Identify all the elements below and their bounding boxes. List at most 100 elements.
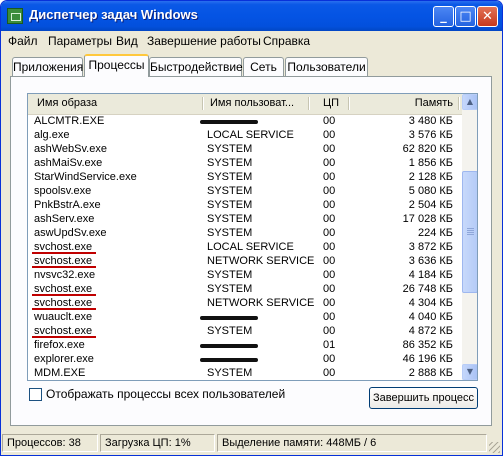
column-cpu[interactable]: ЦП <box>323 94 339 113</box>
process-cpu: 00 <box>323 325 336 337</box>
process-memory: 1 856 КБ <box>408 157 453 169</box>
menu-file[interactable]: Файл <box>8 34 38 48</box>
process-cpu: 00 <box>323 269 336 281</box>
process-name: ashWebSv.exe <box>34 143 107 155</box>
process-memory: 4 872 КБ <box>408 325 453 337</box>
column-divider[interactable] <box>308 97 309 110</box>
column-divider[interactable] <box>202 97 203 110</box>
process-cpu: 00 <box>323 283 336 295</box>
column-divider[interactable] <box>348 97 349 110</box>
table-row[interactable]: firefox.exe 01 86 352 КБ <box>28 338 462 352</box>
column-memory[interactable]: Память <box>370 94 453 113</box>
process-name: ashMaiSv.exe <box>34 157 103 169</box>
menu-help[interactable]: Справка <box>263 34 310 48</box>
table-row[interactable]: ALCMTR.EXE 00 3 480 КБ <box>28 114 462 128</box>
tab-performance[interactable]: Быстродействие <box>149 57 243 76</box>
menu-options[interactable]: Параметры <box>48 34 112 48</box>
table-row[interactable]: svchost.exe NETWORK SERVICE 00 4 304 КБ <box>28 296 462 310</box>
table-row[interactable]: PnkBstrA.exe SYSTEM 00 2 504 КБ <box>28 198 462 212</box>
process-memory: 46 196 КБ <box>402 353 453 365</box>
process-cpu: 00 <box>323 143 336 155</box>
process-list[interactable]: Имя образа Имя пользоват... ЦП Память AL… <box>27 93 478 381</box>
table-row[interactable]: svchost.exe SYSTEM 00 4 872 КБ <box>28 324 462 338</box>
vertical-scrollbar[interactable]: ▲ ▼ <box>462 94 477 380</box>
table-row[interactable]: svchost.exe SYSTEM 00 26 748 КБ <box>28 282 462 296</box>
process-cpu: 01 <box>323 339 336 351</box>
table-row[interactable]: aswUpdSv.exe SYSTEM 00 224 КБ <box>28 226 462 240</box>
scroll-thumb[interactable] <box>462 171 477 293</box>
process-name: alg.exe <box>34 129 70 141</box>
table-row[interactable]: explorer.exe 00 46 196 КБ <box>28 352 462 366</box>
process-cpu: 00 <box>323 227 336 239</box>
process-user: SYSTEM <box>207 367 253 379</box>
process-memory: 224 КБ <box>417 227 453 239</box>
close-button[interactable]: ✕ <box>477 6 498 27</box>
redacted-user-name <box>200 358 258 362</box>
process-user: SYSTEM <box>207 171 253 183</box>
title-bar[interactable]: Диспетчер задач Windows _ □ ✕ <box>1 1 502 31</box>
redacted-user-name <box>200 120 258 124</box>
table-row[interactable]: svchost.exe NETWORK SERVICE 00 3 636 КБ <box>28 254 462 268</box>
table-row[interactable]: nvsvc32.exe SYSTEM 00 4 184 КБ <box>28 268 462 282</box>
resize-grip[interactable] <box>489 442 500 453</box>
process-memory: 62 820 КБ <box>402 143 453 155</box>
process-cpu: 00 <box>323 241 336 253</box>
table-row[interactable]: spoolsv.exe SYSTEM 00 5 080 КБ <box>28 184 462 198</box>
process-cpu: 00 <box>323 367 336 379</box>
table-row[interactable]: ashWebSv.exe SYSTEM 00 62 820 КБ <box>28 142 462 156</box>
column-user-name[interactable]: Имя пользоват... <box>210 94 294 113</box>
table-row[interactable]: StarWindService.exe SYSTEM 00 2 128 КБ <box>28 170 462 184</box>
task-manager-icon <box>7 8 23 24</box>
tab-network[interactable]: Сеть <box>243 57 284 76</box>
table-row[interactable]: wuauclt.exe 00 4 040 КБ <box>28 310 462 324</box>
process-name: wuauclt.exe <box>34 311 93 323</box>
status-cpu-usage: Загрузка ЦП: 1% <box>100 434 215 452</box>
tab-users[interactable]: Пользователи <box>285 57 368 76</box>
process-user: SYSTEM <box>207 283 253 295</box>
process-user: LOCAL SERVICE <box>207 241 294 253</box>
process-user: SYSTEM <box>207 185 253 197</box>
process-user: SYSTEM <box>207 213 253 225</box>
process-name: ashServ.exe <box>34 213 95 225</box>
process-cpu: 00 <box>323 129 336 141</box>
table-row[interactable]: MDM.EXE SYSTEM 00 2 888 КБ <box>28 366 462 380</box>
process-name: firefox.exe <box>34 339 85 351</box>
process-name: PnkBstrA.exe <box>34 199 101 211</box>
table-row[interactable]: svchost.exe LOCAL SERVICE 00 3 872 КБ <box>28 240 462 254</box>
show-all-processes-checkbox[interactable] <box>29 388 42 401</box>
process-cpu: 00 <box>323 171 336 183</box>
window-title: Диспетчер задач Windows <box>29 7 198 22</box>
redacted-user-name <box>200 316 258 320</box>
column-image-name[interactable]: Имя образа <box>37 94 97 113</box>
tab-applications[interactable]: Приложения <box>12 57 83 76</box>
scroll-up-button[interactable]: ▲ <box>462 94 477 110</box>
tab-processes[interactable]: Процессы <box>84 54 149 77</box>
menu-shutdown[interactable]: Завершение работы <box>147 34 261 48</box>
process-cpu: 00 <box>323 157 336 169</box>
process-rows: ALCMTR.EXE 00 3 480 КБ alg.exe LOCAL SERVICE… <box>28 114 462 380</box>
end-process-button[interactable]: Завершить процесс <box>369 387 478 409</box>
process-user: SYSTEM <box>207 227 253 239</box>
process-memory: 2 888 КБ <box>408 367 453 379</box>
menu-view[interactable]: Вид <box>116 34 138 48</box>
table-row[interactable]: alg.exe LOCAL SERVICE 00 3 576 КБ <box>28 128 462 142</box>
menu-bar: Файл Параметры Вид Завершение работы Спр… <box>1 31 502 51</box>
process-memory: 3 480 КБ <box>408 115 453 127</box>
process-user: NETWORK SERVICE <box>207 297 315 309</box>
process-cpu: 00 <box>323 353 336 365</box>
process-cpu: 00 <box>323 297 336 309</box>
status-process-count: Процессов: 38 <box>2 434 98 452</box>
status-bar: Процессов: 38 Загрузка ЦП: 1% Выделение … <box>1 432 502 455</box>
show-all-processes-label[interactable]: Отображать процессы всех пользователей <box>46 387 285 401</box>
process-name: spoolsv.exe <box>34 185 92 197</box>
process-memory: 4 040 КБ <box>408 311 453 323</box>
process-memory: 26 748 КБ <box>402 283 453 295</box>
process-user: SYSTEM <box>207 143 253 155</box>
table-row[interactable]: ashMaiSv.exe SYSTEM 00 1 856 КБ <box>28 156 462 170</box>
table-row[interactable]: ashServ.exe SYSTEM 00 17 028 КБ <box>28 212 462 226</box>
scroll-down-button[interactable]: ▼ <box>462 364 477 380</box>
minimize-button[interactable]: _ <box>433 6 454 27</box>
process-memory: 4 304 КБ <box>408 297 453 309</box>
process-name: explorer.exe <box>34 353 94 365</box>
maximize-button[interactable]: □ <box>455 6 476 27</box>
